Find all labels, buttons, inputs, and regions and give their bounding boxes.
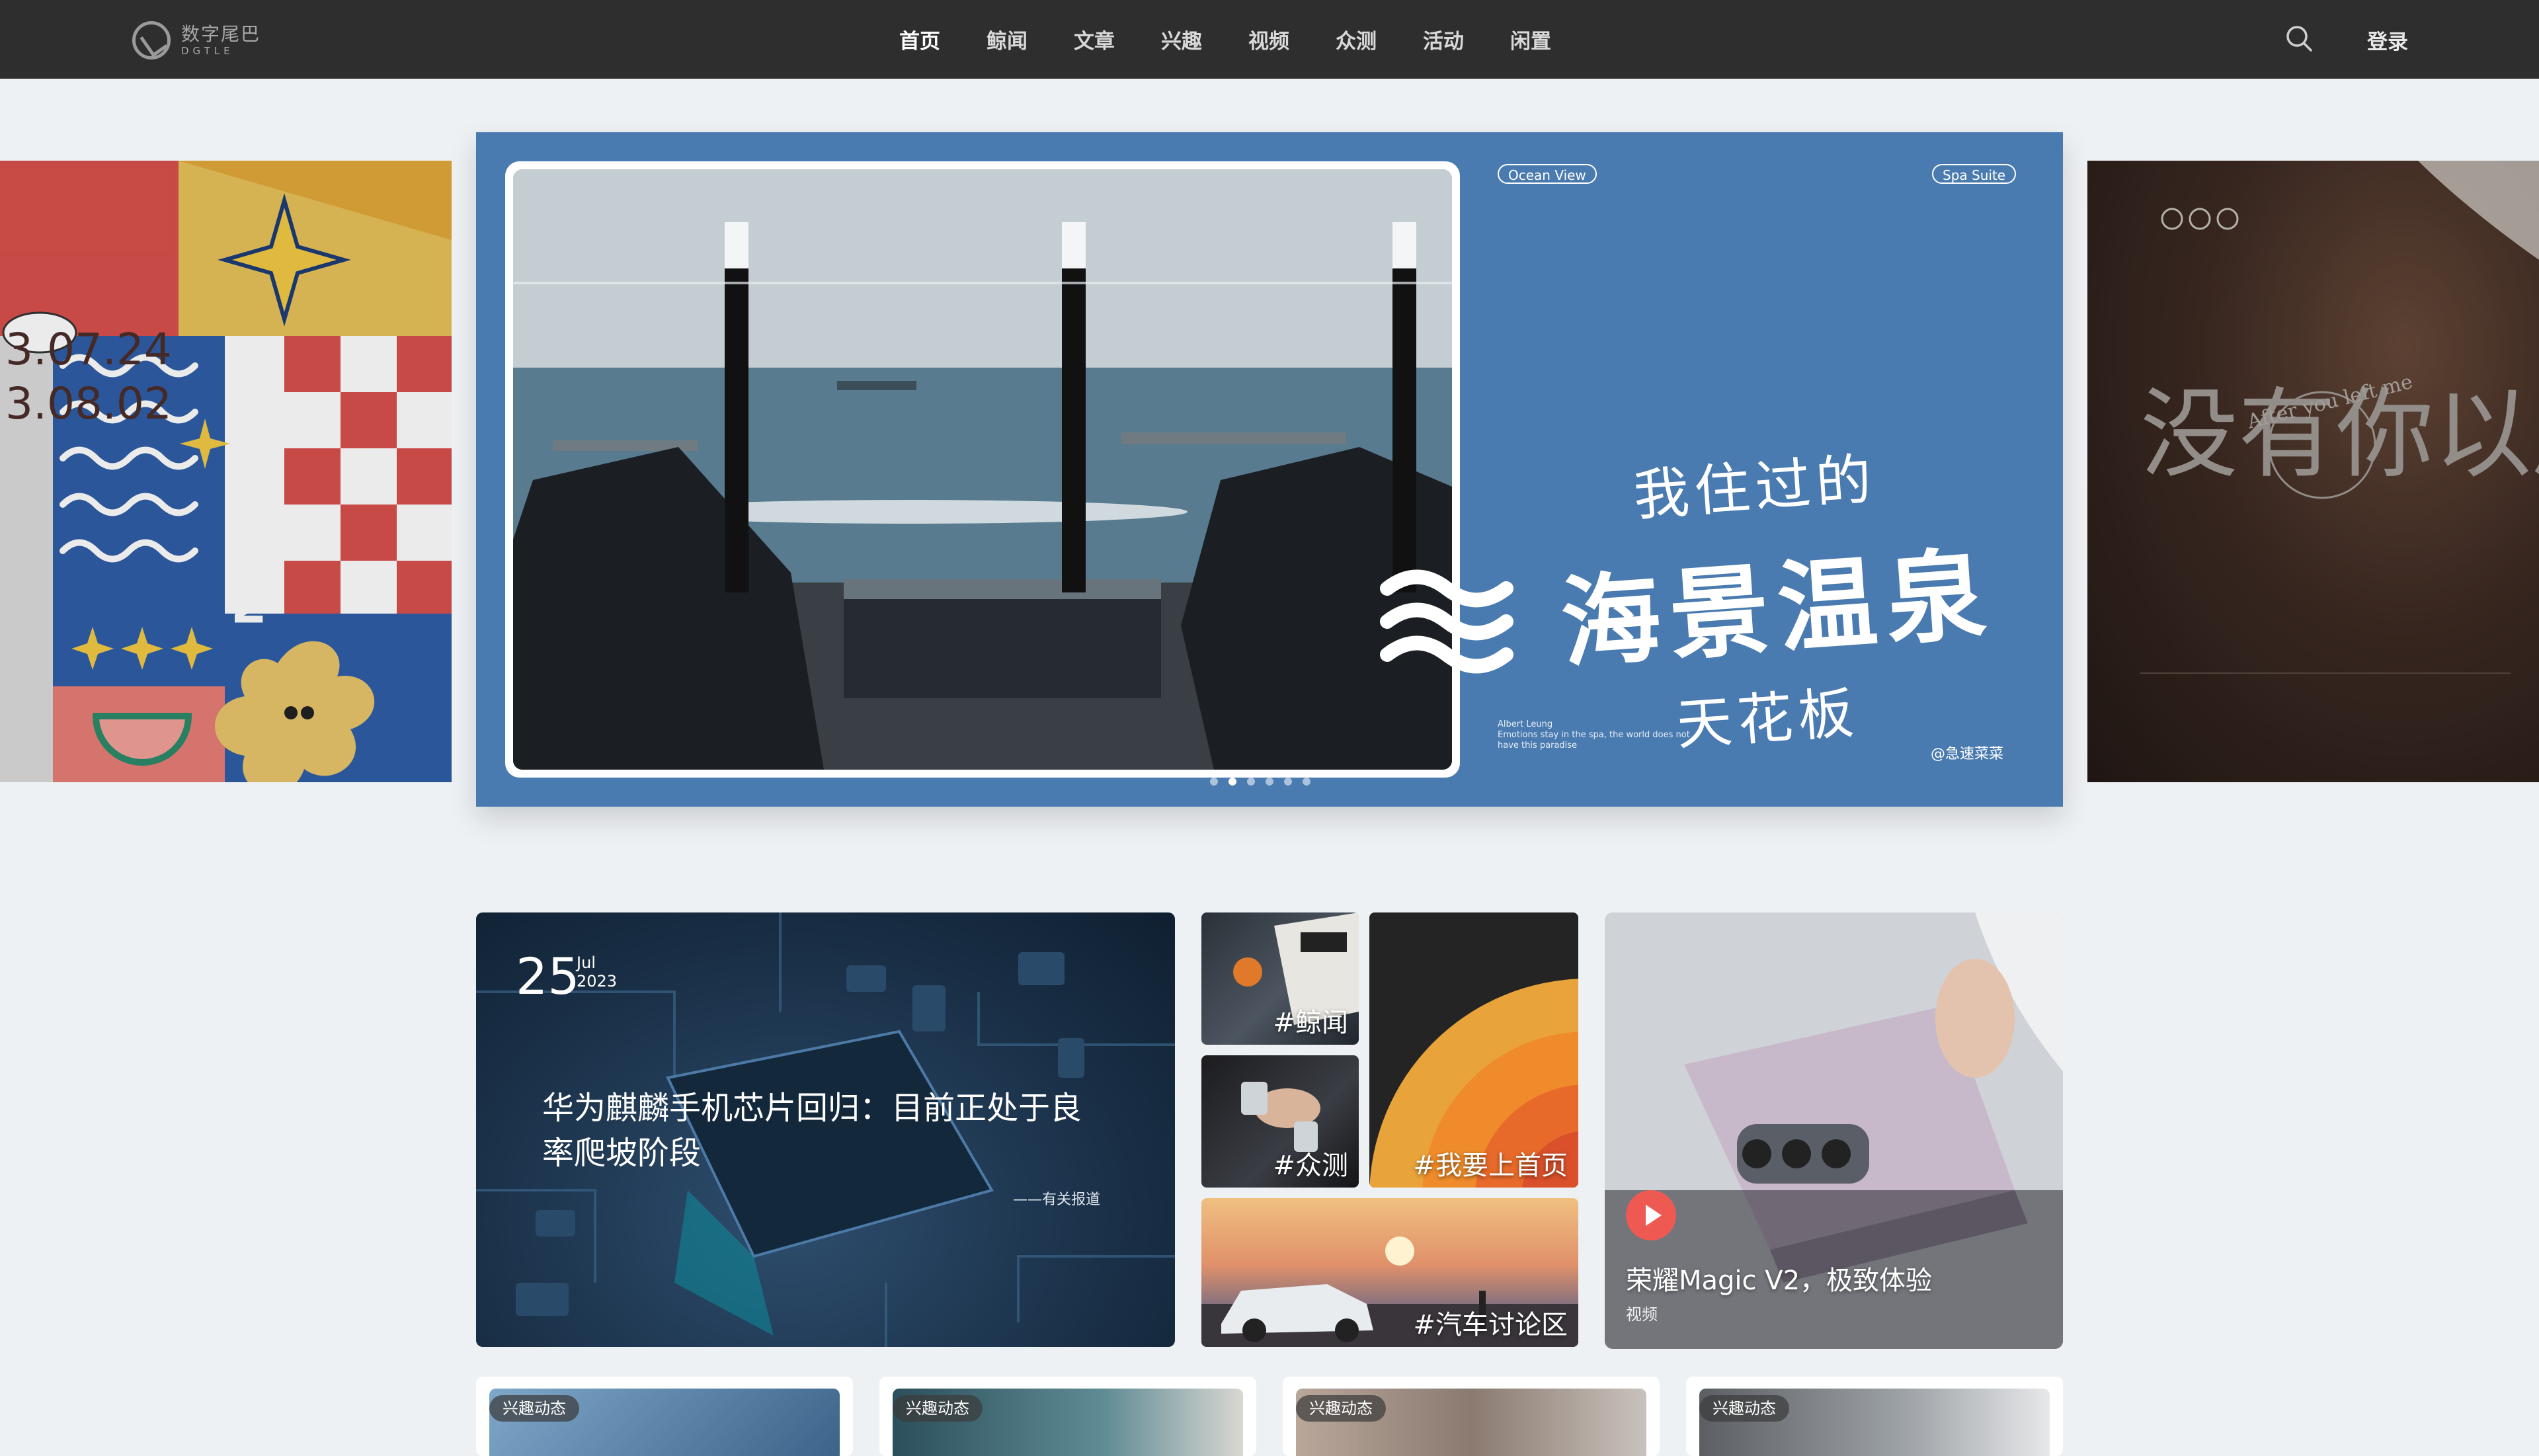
carousel-dot-active[interactable] bbox=[1229, 778, 1236, 786]
carousel-dot[interactable] bbox=[1210, 778, 1218, 786]
featured-article-card[interactable]: 25 Jul 2023 华为麒麟手机芯片回归：目前正处于良率爬坡阶段 ——有关报… bbox=[476, 912, 1175, 1347]
carousel-dots bbox=[1210, 778, 1310, 786]
interest-card-badge: 兴趣动态 bbox=[489, 1395, 579, 1422]
nav-item-news[interactable]: 鲸闻 bbox=[987, 24, 1028, 54]
topic-tile-car[interactable]: #汽车讨论区 bbox=[1201, 1198, 1578, 1347]
topic-tile-news[interactable]: #鲸闻 bbox=[1201, 912, 1359, 1045]
logo-text-en: DGTLE bbox=[181, 45, 234, 57]
after-you-left-poster-art: 没有你以后 After you left me bbox=[2087, 161, 2539, 782]
interest-card-badge: 兴趣动态 bbox=[1699, 1395, 1789, 1422]
tag-spa-suite: Spa Suite bbox=[1932, 164, 2017, 184]
logo-icon bbox=[132, 21, 171, 60]
banner-note-author: Albert Leung bbox=[1498, 719, 1553, 729]
banner-photo-frame bbox=[505, 161, 1460, 778]
video-category: 视频 bbox=[1626, 1305, 1658, 1324]
carousel-dot[interactable] bbox=[1266, 778, 1273, 786]
carousel-active-slide[interactable]: Ocean View Spa Suite 我住过的 海景温泉 天花板 Alber… bbox=[476, 132, 2063, 807]
interest-card[interactable]: 兴趣动态 bbox=[1686, 1377, 2063, 1456]
login-button[interactable]: 登录 bbox=[2367, 25, 2408, 55]
interest-card[interactable]: 兴趣动态 bbox=[1283, 1377, 1660, 1456]
top-navigation-bar: 数字尾巴 DGTLE 首页 鲸闻 文章 兴趣 视频 众测 活动 闲置 登录 bbox=[0, 0, 2539, 79]
carousel-prev-slide[interactable]: 3.07.24 3.08.02 SUMMERFUN bbox=[0, 161, 452, 782]
feature-source: ——有关报道 bbox=[1013, 1192, 1101, 1208]
nav-item-home[interactable]: 首页 bbox=[899, 24, 940, 54]
site-logo[interactable]: 数字尾巴 DGTLE bbox=[132, 20, 261, 61]
carousel-dot[interactable] bbox=[1303, 778, 1310, 786]
logo-text-cn: 数字尾巴 bbox=[181, 23, 261, 45]
main-nav: 首页 鲸闻 文章 兴趣 视频 众测 活动 闲置 bbox=[899, 0, 1597, 79]
seaview-photo bbox=[513, 169, 1452, 770]
feature-date-month: Jul bbox=[577, 953, 596, 972]
carousel-next-slide[interactable]: 没有你以后 After you left me bbox=[2087, 161, 2539, 782]
banner-title-line-2: 海景温泉 bbox=[1557, 537, 1999, 682]
nav-item-secondhand[interactable]: 闲置 bbox=[1510, 24, 1551, 54]
topic-tile-homepage[interactable]: #我要上首页 bbox=[1369, 912, 1578, 1188]
interest-card-badge: 兴趣动态 bbox=[1296, 1395, 1386, 1422]
topic-tile-review-label: #众测 bbox=[1273, 1151, 1348, 1181]
tag-ocean-view: Ocean View bbox=[1498, 164, 1597, 184]
interest-card[interactable]: 兴趣动态 bbox=[879, 1377, 1256, 1456]
topic-tile-homepage-label: #我要上首页 bbox=[1413, 1151, 1568, 1181]
banner-note: Albert Leung Emotions stay in the spa, t… bbox=[1498, 719, 1709, 751]
carousel-dot[interactable] bbox=[1247, 778, 1255, 786]
carousel-dot[interactable] bbox=[1284, 778, 1292, 786]
interest-card[interactable]: 兴趣动态 bbox=[476, 1377, 853, 1456]
nav-item-articles[interactable]: 文章 bbox=[1074, 24, 1115, 54]
banner-credit: @急速菜菜 bbox=[1931, 746, 2004, 762]
summer-poster-art: 3.07.24 3.08.02 SUMMERFUN bbox=[0, 161, 452, 782]
topic-tile-news-label: #鲸闻 bbox=[1273, 1008, 1348, 1038]
play-icon[interactable] bbox=[1626, 1190, 1676, 1240]
video-title: 荣耀Magic V2，极致体验 bbox=[1626, 1266, 1933, 1296]
nav-item-videos[interactable]: 视频 bbox=[1248, 24, 1289, 54]
banner-note-text: Emotions stay in the spa, the world does… bbox=[1498, 730, 1690, 750]
sea-view-illustration bbox=[513, 169, 1452, 770]
interest-card-badge: 兴趣动态 bbox=[893, 1395, 983, 1422]
feature-date-year: 2023 bbox=[577, 972, 618, 991]
nav-item-events[interactable]: 活动 bbox=[1423, 24, 1464, 54]
nav-item-reviews[interactable]: 众测 bbox=[1336, 24, 1377, 54]
topic-tile-review[interactable]: #众测 bbox=[1201, 1055, 1359, 1188]
wave-logo-icon bbox=[1380, 569, 1513, 674]
search-icon[interactable] bbox=[2284, 24, 2314, 53]
feature-title: 华为麒麟手机芯片回归：目前正处于良率爬坡阶段 bbox=[542, 1090, 1082, 1172]
topic-tile-car-label: #汽车讨论区 bbox=[1413, 1310, 1568, 1340]
nav-item-interests[interactable]: 兴趣 bbox=[1161, 24, 1202, 54]
feature-date-day: 25 bbox=[516, 947, 580, 1006]
banner-title-line-1: 我住过的 bbox=[1631, 446, 1879, 528]
video-card[interactable]: 荣耀Magic V2，极致体验 视频 bbox=[1605, 912, 2063, 1349]
